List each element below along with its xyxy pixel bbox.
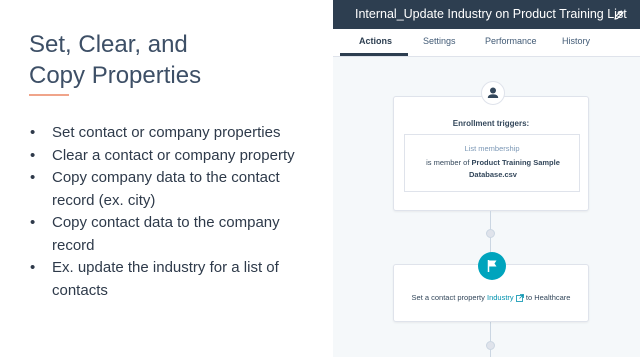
slide-title-line-2: Copy Properties: [29, 62, 202, 89]
active-tab-indicator: [340, 53, 408, 56]
trigger-prefix: is member of: [426, 158, 470, 167]
trigger-condition-text: is member of Product Training Sample Dat…: [413, 157, 573, 181]
contact-icon: [481, 81, 505, 105]
slide-panel: Set, Clear, and Copy Properties Set cont…: [0, 0, 333, 357]
tab-actions[interactable]: Actions: [359, 36, 392, 46]
slide-title-line-1: Set, Clear, and: [29, 31, 188, 58]
action-description: Set a contact property Industry to Healt…: [394, 293, 588, 302]
external-link-icon: [515, 294, 524, 302]
workflow-title: Internal_Update Industry on Product Trai…: [355, 7, 627, 21]
action-prefix: Set a contact property: [411, 293, 485, 302]
trigger-type-label: List membership: [464, 144, 520, 153]
enrollment-trigger-card[interactable]: Enrollment triggers: List membership is …: [393, 96, 589, 211]
workflow-connector: [490, 322, 491, 357]
trigger-list-name: Product Training Sample Database.csv: [469, 158, 560, 179]
bullet-item: Set contact or company properties: [30, 122, 320, 145]
edit-icon[interactable]: [613, 8, 625, 20]
add-step-dot[interactable]: [486, 229, 495, 238]
tab-history[interactable]: History: [562, 36, 590, 46]
workflow-panel: Internal_Update Industry on Product Trai…: [333, 0, 640, 357]
add-step-dot[interactable]: [486, 341, 495, 350]
action-suffix: to Healthcare: [525, 293, 571, 302]
trigger-condition-box[interactable]: List membership is member of Product Tra…: [404, 134, 580, 192]
title-underline: [29, 94, 69, 96]
trigger-heading: Enrollment triggers:: [452, 119, 530, 128]
flag-icon: [478, 252, 506, 280]
bullet-item: Copy company data to the contact record …: [30, 167, 320, 212]
bullet-item: Clear a contact or company property: [30, 145, 320, 168]
property-link[interactable]: Industry: [487, 293, 514, 302]
bullet-item: Ex. update the industry for a list of co…: [30, 257, 320, 302]
tab-settings[interactable]: Settings: [423, 36, 456, 46]
slide-title: Set, Clear, and Copy Properties: [29, 29, 319, 91]
bullet-list: Set contact or company properties Clear …: [30, 122, 320, 302]
tab-performance[interactable]: Performance: [485, 36, 537, 46]
workflow-header: Internal_Update Industry on Product Trai…: [333, 0, 640, 29]
bullet-item: Copy contact data to the company record: [30, 212, 320, 257]
